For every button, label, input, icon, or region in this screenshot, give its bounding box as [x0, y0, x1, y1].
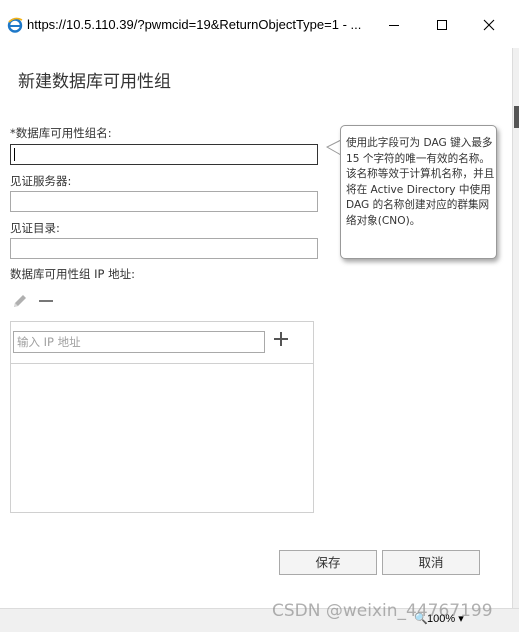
text-caret	[14, 148, 15, 161]
zoom-control[interactable]: 🔍100% ▾	[414, 612, 464, 625]
close-button[interactable]	[466, 10, 512, 40]
tooltip-text: 使用此字段可为 DAG 键入最多 15 个字符的唯一有效的名称。该名称等效于计算…	[346, 137, 495, 227]
witness-server-label: 见证服务器:	[10, 174, 72, 188]
witness-server-input[interactable]	[10, 191, 318, 212]
zoom-icon: 🔍	[414, 613, 428, 625]
dag-name-input[interactable]	[10, 144, 318, 165]
plus-icon[interactable]	[272, 330, 290, 348]
maximize-button[interactable]	[419, 10, 465, 40]
minimize-icon	[389, 25, 399, 26]
dag-name-label: *数据库可用性组名:	[10, 126, 112, 140]
pencil-icon[interactable]	[11, 292, 29, 310]
maximize-icon	[437, 20, 447, 30]
ip-panel-divider	[10, 363, 314, 364]
ip-address-input[interactable]: 输入 IP 地址	[13, 331, 265, 353]
minimize-button[interactable]	[371, 10, 417, 40]
scroll-thumb[interactable]	[514, 106, 519, 128]
chevron-down-icon: ▾	[455, 613, 464, 625]
window-title: https://10.5.110.39/?pwmcid=19&ReturnObj…	[27, 17, 362, 32]
close-icon	[483, 19, 495, 31]
save-button[interactable]: 保存	[279, 550, 377, 575]
window-titlebar: https://10.5.110.39/?pwmcid=19&ReturnObj…	[0, 0, 519, 48]
right-edge-scrollbar[interactable]	[512, 48, 519, 608]
dialog-title: 新建数据库可用性组	[18, 72, 171, 92]
minus-icon[interactable]	[37, 292, 55, 310]
ie-icon	[7, 17, 23, 33]
witness-dir-input[interactable]	[10, 238, 318, 259]
witness-dir-label: 见证目录:	[10, 221, 60, 235]
ip-section-label: 数据库可用性组 IP 地址:	[10, 267, 136, 281]
cancel-button[interactable]: 取消	[382, 550, 480, 575]
zoom-level: 100%	[427, 613, 456, 625]
